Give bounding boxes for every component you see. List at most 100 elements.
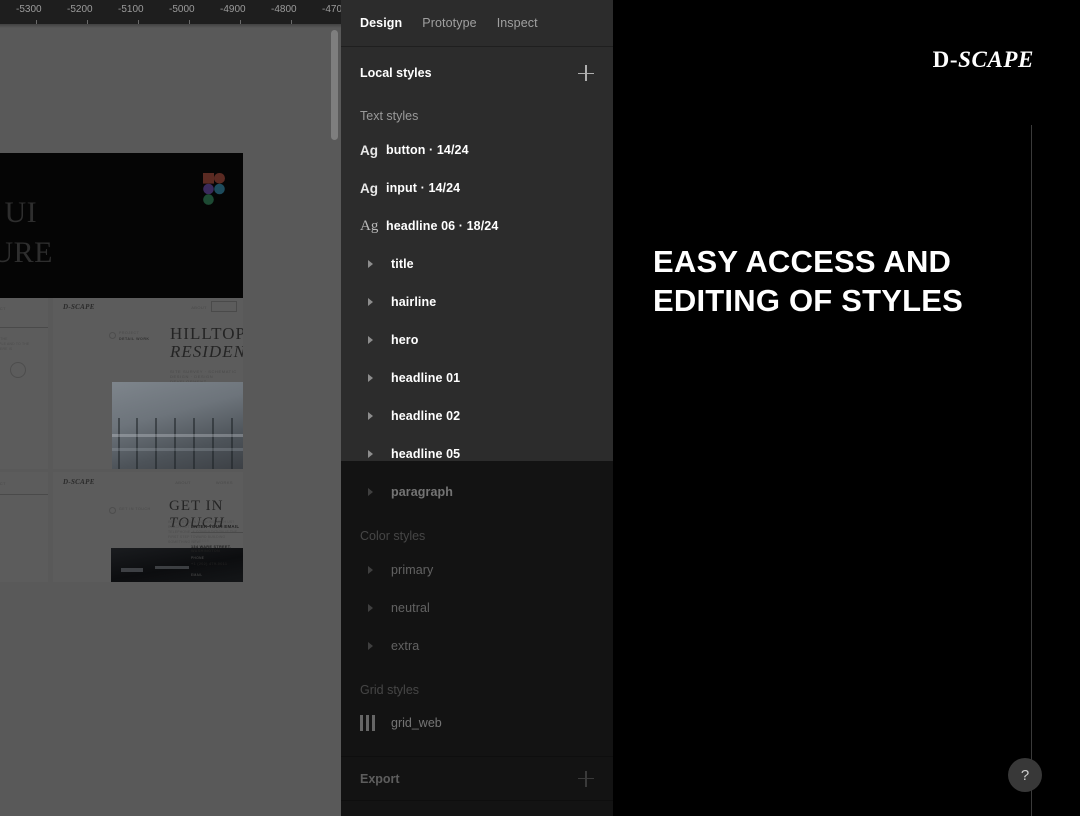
- folder-row-hero[interactable]: hero: [341, 321, 613, 359]
- ag-preview-icon: Ag: [360, 180, 378, 196]
- local-styles-header: Local styles: [341, 47, 613, 81]
- mock-email-label: EMAIL: [191, 573, 203, 577]
- canvas-frame-contact[interactable]: D-SCAPE ABOUT WORKS GET IN TOUCH GET IN …: [53, 472, 243, 582]
- tab-inspect[interactable]: Inspect: [497, 16, 538, 30]
- chevron-right-icon[interactable]: [368, 298, 373, 306]
- ruler-tick: -5100: [118, 4, 144, 15]
- plus-icon[interactable]: [578, 65, 594, 81]
- canvas-frame-cover[interactable]: NIMAL UI ITECTURE: [0, 153, 243, 298]
- text-styles-group-label: Text styles: [360, 109, 419, 123]
- canvas-frame-side-top[interactable]: CONTACT THAT MAKES SENSE TO THE ENVIRONM…: [0, 297, 48, 469]
- plugin-section[interactable]: Plugin: [341, 801, 613, 816]
- stage-headline: EASY ACCESS AND EDITING OF STYLES: [653, 244, 963, 318]
- color-row-primary[interactable]: primary: [341, 551, 613, 589]
- tab-prototype[interactable]: Prototype: [422, 16, 476, 30]
- stage-vertical-rule: [1031, 125, 1032, 816]
- mock-dot-icon-2: [109, 507, 116, 514]
- style-row-headline-06[interactable]: Ag headline 06 · 18/24: [341, 207, 613, 245]
- mock-address-label: ADDRESS: [191, 539, 210, 543]
- chevron-right-icon[interactable]: [368, 412, 373, 420]
- style-name: button · 14/24: [386, 143, 469, 157]
- ruler-tick: -5200: [67, 4, 93, 15]
- ag-preview-icon: Ag: [360, 142, 378, 158]
- style-row-input[interactable]: Ag input · 14/24: [341, 169, 613, 207]
- style-name: headline 06 · 18/24: [386, 219, 499, 233]
- canvas-vertical-scrollbar[interactable]: [331, 30, 338, 140]
- ruler-tick: -4800: [271, 4, 297, 15]
- ag-preview-icon: Ag: [360, 217, 379, 234]
- help-button[interactable]: ?: [1008, 758, 1042, 792]
- mock-nav-about-2[interactable]: ABOUT: [175, 480, 191, 485]
- folder-row-hairline[interactable]: hairline: [341, 283, 613, 321]
- folder-row-headline-01[interactable]: headline 01: [341, 359, 613, 397]
- mock-headline-bottom: RESIDENCE: [170, 342, 243, 361]
- mock-logo-2: D-SCAPE: [63, 478, 95, 486]
- chevron-right-icon[interactable]: [368, 566, 373, 574]
- chevron-right-icon[interactable]: [368, 374, 373, 382]
- color-label: neutral: [391, 601, 430, 615]
- export-label: Export: [360, 771, 400, 786]
- folder-label: title: [391, 257, 414, 271]
- color-label: primary: [391, 563, 434, 577]
- folder-label: hero: [391, 333, 419, 347]
- mock-arrow-ring-small[interactable]: [10, 362, 26, 378]
- folder-label: paragraph: [391, 485, 454, 499]
- canvas-ruler: -5300 -5200 -5100 -4900 -5000 -4800 -470…: [0, 0, 345, 24]
- chevron-right-icon[interactable]: [368, 260, 373, 268]
- chevron-right-icon[interactable]: [368, 450, 373, 458]
- figma-canvas[interactable]: CONTACT THAT MAKES SENSE TO THE ENVIRONM…: [0, 0, 345, 816]
- mock-field-rule: [191, 532, 243, 533]
- mock-paragraph: THAT MAKES SENSE TO THE ENVIRONMENT, TO …: [0, 337, 30, 351]
- plus-icon[interactable]: [578, 770, 594, 787]
- mock-address-value: 134 WARE STREET, WASHINGTON: [191, 545, 232, 553]
- mock-nav-contact[interactable]: CONTACT: [0, 306, 6, 311]
- grid-row-grid-web[interactable]: grid_web: [341, 704, 613, 742]
- mock-nav-contact-2[interactable]: CONTACT: [0, 481, 6, 486]
- brand-logo: D-SCAPE: [932, 47, 1034, 72]
- ruler-tick: -5300: [16, 4, 42, 15]
- folder-row-title[interactable]: title: [341, 245, 613, 283]
- chevron-right-icon[interactable]: [368, 604, 373, 612]
- color-row-extra[interactable]: extra: [341, 627, 613, 665]
- mock-nav-about[interactable]: ABOUT: [191, 305, 207, 310]
- folder-label: headline 05: [391, 447, 461, 461]
- mock-phone-label: PHONE: [191, 556, 205, 560]
- ruler-shadow: [0, 24, 345, 28]
- mock-hero-image: [112, 382, 243, 469]
- canvas-frame-hilltop[interactable]: D-SCAPE ABOUT PROJECT DETAIL WORK HILLTO…: [53, 297, 243, 469]
- ruler-tick: -5000: [169, 4, 195, 15]
- mock-works-button[interactable]: [211, 301, 237, 312]
- tab-design[interactable]: Design: [360, 16, 402, 30]
- cover-title: NIMAL UI ITECTURE: [0, 196, 53, 269]
- mock-dot-icon: [109, 332, 116, 339]
- chevron-right-icon[interactable]: [368, 642, 373, 650]
- mock-rule: [0, 327, 48, 328]
- folder-row-headline-02[interactable]: headline 02: [341, 397, 613, 435]
- export-section[interactable]: Export: [341, 757, 613, 801]
- mock-headline-top: HILLTOP: [170, 324, 243, 343]
- mock-eyebrow-big: DETAIL WORK: [119, 337, 150, 341]
- mock-logo: D-SCAPE: [63, 303, 95, 311]
- grid-label: grid_web: [391, 716, 442, 730]
- style-row-button[interactable]: Ag button · 14/24: [341, 131, 613, 169]
- folder-label: headline 02: [391, 409, 461, 423]
- mock-eyebrow-2: GET IN TOUCH: [119, 507, 151, 511]
- mock-footer-text: WORKS AND: [0, 556, 22, 561]
- mock-rule-2: [0, 494, 48, 495]
- chevron-right-icon[interactable]: [368, 336, 373, 344]
- folder-row-headline-05[interactable]: headline 05: [341, 435, 613, 473]
- folder-row-paragraph[interactable]: paragraph: [341, 473, 613, 511]
- local-styles-title: Local styles: [360, 66, 432, 80]
- figma-logo-icon: [203, 173, 225, 205]
- folder-label: hairline: [391, 295, 437, 309]
- mock-nav-works-2[interactable]: WORKS: [216, 480, 233, 485]
- folder-label: headline 01: [391, 371, 461, 385]
- presentation-stage: D-SCAPE EASY ACCESS AND EDITING OF STYLE…: [613, 0, 1080, 816]
- mock-phone-value: +1 (202) 479-0011: [191, 562, 228, 566]
- chevron-right-icon[interactable]: [368, 488, 373, 496]
- canvas-frame-side-bottom[interactable]: CONTACT WORKS AND: [0, 472, 48, 582]
- color-row-neutral[interactable]: neutral: [341, 589, 613, 627]
- panel-tabs[interactable]: Design Prototype Inspect: [341, 0, 613, 47]
- design-panel[interactable]: Design Prototype Inspect Local styles Te…: [341, 0, 613, 816]
- mock-email-field-label[interactable]: ENTER YOUR EMAIL: [191, 524, 239, 529]
